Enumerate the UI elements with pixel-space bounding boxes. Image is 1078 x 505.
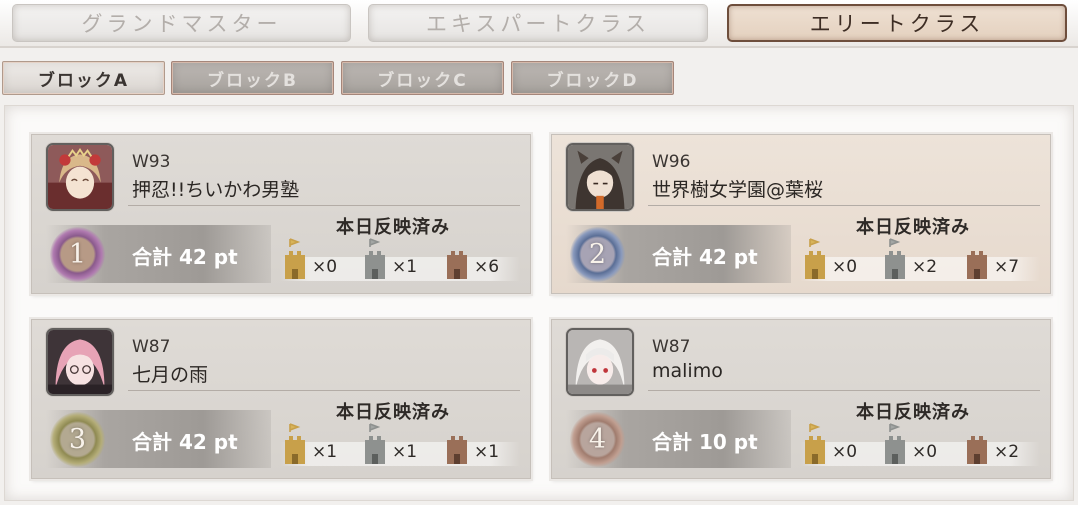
class-tab-bar: グランドマスター エキスパートクラス エリートクラス: [0, 0, 1078, 48]
silver-castle-count: ×2: [882, 235, 962, 285]
silver-castle-value: ×1: [392, 257, 418, 277]
gold-castle-value: ×0: [312, 257, 338, 277]
gold-castle-count: ×0: [282, 235, 362, 285]
gold-castle-count: ×1: [282, 420, 362, 470]
bronze-castle-count: ×2: [964, 420, 1044, 470]
bronze-castle-value: ×6: [474, 257, 500, 277]
bronze-castle-icon: [447, 251, 467, 279]
tab-expert-class[interactable]: エキスパートクラス: [368, 4, 708, 42]
bronze-castle-icon: [447, 436, 467, 464]
bronze-castle-value: ×7: [994, 257, 1020, 277]
silver-castle-count: ×1: [362, 235, 442, 285]
guild-name: malimo: [652, 360, 723, 382]
guild-avatar: [566, 143, 634, 211]
tab-grandmaster[interactable]: グランドマスター: [12, 4, 351, 42]
ranking-card-1[interactable]: W93 押忍!!ちいかわ男塾 本日反映済み 1 合計 42 pt ×0 ×1 ×…: [31, 134, 531, 294]
world-label: W96: [652, 152, 691, 172]
guild-avatar: [46, 143, 114, 211]
gold-castle-icon: [285, 423, 305, 464]
rank-number: 4: [588, 424, 607, 455]
tab-block-b[interactable]: ブロックB: [171, 61, 334, 95]
tab-block-d[interactable]: ブロックD: [511, 61, 674, 95]
silver-castle-count: ×1: [362, 420, 442, 470]
bronze-castle-icon: [967, 251, 987, 279]
gold-castle-value: ×0: [832, 257, 858, 277]
silver-castle-icon: [885, 238, 905, 279]
gold-castle-count: ×0: [802, 235, 882, 285]
world-label: W87: [652, 337, 691, 357]
rank-number: 1: [68, 239, 87, 270]
divider: [648, 390, 1040, 391]
guild-name: 七月の雨: [132, 364, 209, 386]
total-points: 合計 42 pt: [132, 245, 238, 269]
bronze-castle-value: ×2: [994, 442, 1020, 462]
rank-number: 2: [588, 239, 607, 270]
ranking-card-2[interactable]: W96 世界樹女学園@葉桜 本日反映済み 2 合計 42 pt ×0 ×2 ×7: [551, 134, 1051, 294]
gold-castle-count: ×0: [802, 420, 882, 470]
rank-number: 3: [68, 424, 87, 455]
silver-castle-icon: [365, 423, 385, 464]
guild-avatar: [566, 328, 634, 396]
bronze-castle-value: ×1: [474, 442, 500, 462]
silver-castle-value: ×2: [912, 257, 938, 277]
divider: [128, 205, 520, 206]
divider: [128, 390, 520, 391]
bronze-castle-count: ×7: [964, 235, 1044, 285]
guild-name: 世界樹女学園@葉桜: [652, 179, 824, 201]
bronze-castle-icon: [967, 436, 987, 464]
gold-castle-value: ×0: [832, 442, 858, 462]
silver-castle-value: ×0: [912, 442, 938, 462]
gold-castle-value: ×1: [312, 442, 338, 462]
world-label: W93: [132, 152, 171, 172]
total-points: 合計 42 pt: [132, 430, 238, 454]
bronze-castle-count: ×1: [444, 420, 524, 470]
guild-avatar: [46, 328, 114, 396]
total-points: 合計 10 pt: [652, 430, 758, 454]
tab-block-a[interactable]: ブロックA: [2, 61, 165, 95]
gold-castle-icon: [285, 238, 305, 279]
silver-castle-count: ×0: [882, 420, 962, 470]
ranking-card-4[interactable]: W87 malimo 本日反映済み 4 合計 10 pt ×0 ×0 ×2: [551, 319, 1051, 479]
silver-castle-icon: [365, 238, 385, 279]
silver-castle-value: ×1: [392, 442, 418, 462]
bronze-castle-count: ×6: [444, 235, 524, 285]
guild-name: 押忍!!ちいかわ男塾: [132, 179, 300, 201]
tab-block-c[interactable]: ブロックC: [341, 61, 504, 95]
total-points: 合計 42 pt: [652, 245, 758, 269]
world-label: W87: [132, 337, 171, 357]
silver-castle-icon: [885, 423, 905, 464]
tab-elite-class[interactable]: エリートクラス: [727, 4, 1067, 42]
divider: [648, 205, 1040, 206]
ranking-panel: W93 押忍!!ちいかわ男塾 本日反映済み 1 合計 42 pt ×0 ×1 ×…: [4, 105, 1074, 501]
gold-castle-icon: [805, 423, 825, 464]
gold-castle-icon: [805, 238, 825, 279]
ranking-card-3[interactable]: W87 七月の雨 本日反映済み 3 合計 42 pt ×1 ×1 ×1: [31, 319, 531, 479]
